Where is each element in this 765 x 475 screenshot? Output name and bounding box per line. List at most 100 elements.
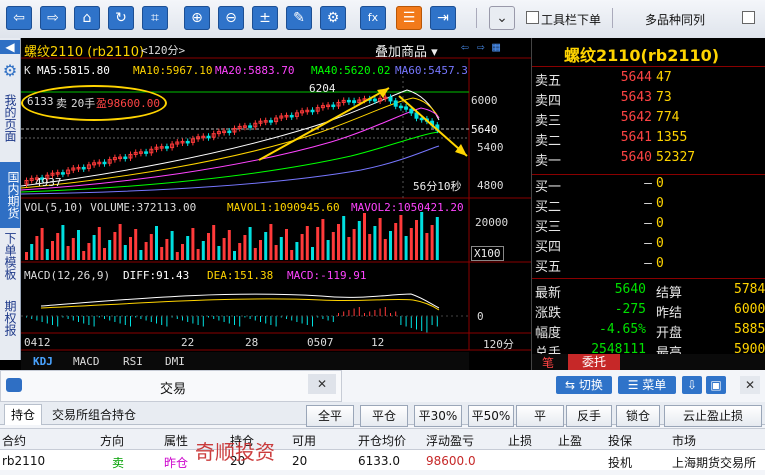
volume-bar (342, 216, 346, 260)
column-header[interactable]: 方向 (100, 432, 124, 449)
exit-icon[interactable]: ⇥ (430, 6, 456, 30)
tab-kdj[interactable]: KDJ (33, 355, 53, 368)
bid-row[interactable]: 买二 — 0 (532, 196, 765, 216)
ask-row[interactable]: 卖五 5644 47 (532, 70, 765, 90)
macd-bar (156, 316, 157, 324)
macd-bar (431, 316, 433, 325)
trade-app-icon (6, 378, 22, 392)
forward-icon[interactable]: ⇨ (40, 6, 66, 30)
menu-button[interactable]: ☰ 菜单 (618, 376, 676, 394)
column-header[interactable]: 合约 (2, 432, 26, 449)
tab-macd[interactable]: MACD (73, 355, 100, 368)
ask-volume: 47 (656, 70, 672, 85)
home-icon[interactable]: ⌂ (74, 6, 100, 30)
settings-icon[interactable]: ⚙ (320, 6, 346, 30)
action-button[interactable]: 平100% (516, 405, 564, 443)
action-button[interactable]: 平30% (414, 405, 462, 427)
crop-icon[interactable]: ⌗ (142, 6, 168, 30)
stat-value: 5640 (614, 282, 646, 297)
mavol2-value: MAVOL2:1050421.20 (351, 201, 464, 214)
zoom-in-icon[interactable]: ⊕ (184, 6, 210, 30)
toolbar-order-checkbox[interactable] (526, 11, 539, 24)
action-button[interactable]: 平50% (468, 405, 514, 427)
volume-bar (40, 228, 44, 260)
candle (144, 151, 149, 154)
macd-bar (384, 307, 386, 316)
bid-row[interactable]: 买四 — 0 (532, 236, 765, 256)
column-header[interactable]: 投保 (608, 432, 632, 449)
bid-row[interactable]: 买一 — 0 (532, 176, 765, 196)
volume-unit: X100 (471, 246, 504, 261)
tab-entrust[interactable]: 委托 (568, 354, 620, 370)
sidebar-item-domestic-futures[interactable]: 国内期货 (0, 162, 20, 228)
column-header[interactable]: 开仓均价 (358, 432, 406, 449)
list-menu-icon[interactable]: ☰ (396, 6, 422, 30)
lock-icon[interactable]: ⇩ (682, 376, 702, 394)
action-button[interactable]: 云止盈止损 (664, 405, 762, 427)
back-icon[interactable]: ⇦ (6, 6, 32, 30)
candle (409, 108, 414, 114)
column-header[interactable]: 可用 (292, 432, 316, 449)
candle (331, 104, 336, 108)
x-label: 22 (181, 336, 195, 349)
volume-bar (103, 248, 106, 260)
macd-bar (421, 316, 423, 331)
stat-label-2: 开盘 (656, 326, 683, 341)
tab-dmi[interactable]: DMI (165, 355, 185, 368)
collapse-arrow-icon[interactable]: ◀ (0, 40, 20, 54)
toolbar-order-label: 工具栏下单 (541, 13, 602, 27)
close-icon[interactable]: ✕ (308, 374, 336, 394)
macd-bar (353, 308, 355, 316)
gear-icon[interactable]: ⚙ (0, 63, 20, 79)
formula-icon[interactable]: fx (360, 6, 386, 30)
volume-bar (118, 224, 122, 260)
draw-pen-icon[interactable]: ✎ (286, 6, 312, 30)
sidebar-item-my-page[interactable]: 我的页面 (3, 94, 17, 142)
candle (414, 112, 419, 119)
tab-positions[interactable]: 持仓 (4, 404, 43, 425)
column-header[interactable]: 市场 (672, 432, 696, 449)
volume-bar (87, 243, 91, 260)
action-button[interactable]: 反手 (566, 405, 612, 427)
column-header[interactable]: 属性 (164, 432, 188, 449)
dropdown-arrow-icon[interactable]: ⌄ (489, 6, 515, 30)
macd-bar (348, 310, 350, 316)
column-header[interactable]: 浮动盈亏 (426, 432, 474, 449)
volume-bar (290, 250, 294, 260)
ask-row[interactable]: 卖一 5640 52327 (532, 150, 765, 170)
action-button[interactable]: 全平 (306, 405, 354, 427)
ask-row[interactable]: 卖二 5641 1355 (532, 130, 765, 150)
sidebar-item-options-report[interactable]: 期权报 (3, 300, 17, 336)
volume-bar (269, 224, 273, 260)
calculator-icon[interactable]: ± (252, 6, 278, 30)
macd-bar (161, 316, 163, 325)
column-header[interactable]: 止损 (508, 432, 532, 449)
refresh-icon[interactable]: ↻ (108, 6, 134, 30)
tab-rsi[interactable]: RSI (123, 355, 143, 368)
bid-row[interactable]: 买五 — 0 (532, 256, 765, 276)
ask-label: 卖二 (535, 134, 562, 149)
macd-label: MACD(12,26,9) (24, 269, 111, 282)
action-button[interactable]: 锁仓 (616, 405, 660, 427)
x-period-label: 120分 (483, 338, 514, 351)
tab-exchange-combo-positions[interactable]: 交易所组合持仓 (52, 406, 136, 423)
close-panel-icon[interactable]: ✕ (740, 376, 760, 394)
countdown-timer: 56分10秒 (413, 180, 462, 193)
column-header[interactable]: 止盈 (558, 432, 582, 449)
action-button[interactable]: 平仓 (360, 405, 408, 427)
zoom-out-icon[interactable]: ⊖ (218, 6, 244, 30)
pin-icon[interactable]: ▣ (706, 376, 726, 394)
position-pnl: 盈98600.00 (96, 97, 160, 110)
kline-chart[interactable]: 螺纹2110 (rb2110) <120分> 叠加商品 ▾ ⇦ ⇨ ▦ K MA… (21, 38, 531, 370)
variety-same-column-checkbox[interactable] (742, 11, 755, 24)
switch-button[interactable]: ⇆ 切换 (556, 376, 612, 394)
ask-row[interactable]: 卖四 5643 73 (532, 90, 765, 110)
position-price: 6133 (27, 95, 54, 108)
ask-label: 卖四 (535, 94, 562, 109)
bid-label: 买四 (535, 240, 562, 255)
macd-bar (78, 316, 79, 322)
tab-tick-pen[interactable]: 笔 (542, 354, 554, 371)
bid-row[interactable]: 买三 — 0 (532, 216, 765, 236)
ask-row[interactable]: 卖三 5642 774 (532, 110, 765, 130)
sidebar-item-order-template[interactable]: 下单模板 (3, 232, 17, 280)
